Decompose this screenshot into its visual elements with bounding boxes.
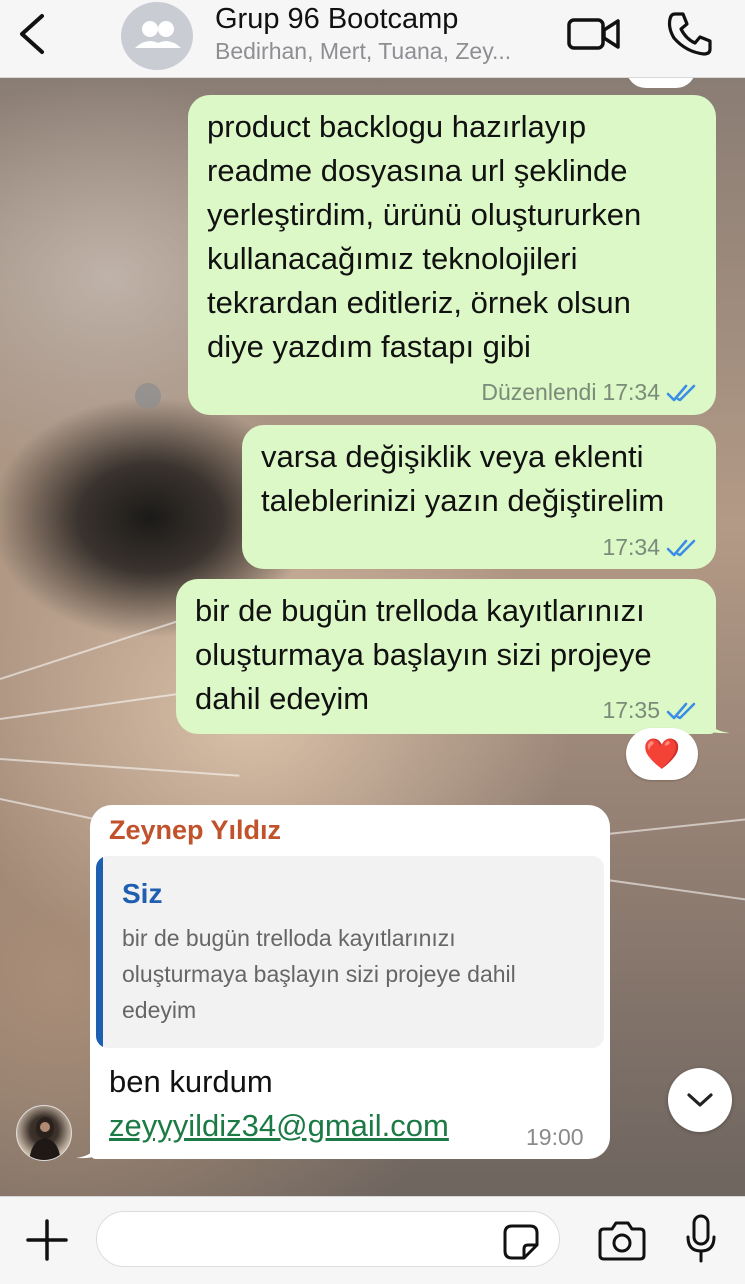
- group-avatar[interactable]: [121, 2, 193, 70]
- chevron-down-icon: [687, 1093, 713, 1107]
- scroll-to-bottom-button[interactable]: [668, 1068, 732, 1132]
- quote-line: oluşturmaya başlayın sizi projeye dahil: [122, 961, 516, 987]
- attach-button[interactable]: [24, 1217, 70, 1263]
- quote-line: edeyim: [122, 997, 197, 1023]
- bubble-tail: [76, 1131, 104, 1159]
- email-link[interactable]: zeyyyildiz34@gmail.com: [109, 1104, 449, 1148]
- message-input-bar: [0, 1196, 745, 1284]
- edited-label: Düzenlendi: [481, 379, 597, 405]
- quote-line: bir de bugün trelloda kayıtlarınızı: [122, 925, 456, 951]
- sticker-icon: [503, 1224, 539, 1260]
- wallpaper-whisker: [0, 758, 240, 777]
- message-line: taleblerinizi yazın değiştirelim: [261, 483, 665, 518]
- voice-message-button[interactable]: [684, 1213, 718, 1265]
- back-button[interactable]: [14, 12, 54, 56]
- camera-button[interactable]: [598, 1219, 646, 1261]
- camera-icon: [598, 1221, 646, 1261]
- message-line: tekrardan editleriz, örnek olsun: [207, 285, 631, 320]
- wallpaper-whisker: [599, 878, 745, 903]
- message-line: bir de bugün trelloda kayıtlarınızı: [195, 593, 645, 628]
- read-ticks-icon: [666, 539, 696, 556]
- message-time: 19:00: [526, 1124, 584, 1150]
- sticker-button[interactable]: [502, 1223, 540, 1261]
- message-text: ben kurdum: [109, 1064, 273, 1099]
- message-line: varsa değişiklik veya eklenti: [261, 439, 644, 474]
- quote-text: bir de bugün trelloda kayıtlarınızı oluş…: [122, 920, 592, 1028]
- message-line: kullanacağımız teknolojileri: [207, 241, 578, 276]
- chat-title[interactable]: Grup 96 Bootcamp: [215, 3, 458, 36]
- microphone-icon: [686, 1214, 716, 1263]
- wallpaper-detail: [135, 383, 161, 409]
- chat-members[interactable]: Bedirhan, Mert, Tuana, Zey...: [215, 38, 511, 65]
- message-time: 17:35: [602, 697, 660, 723]
- quote-author: Siz: [122, 878, 163, 909]
- message-line: yerleştirdim, ürünü oluştururken: [207, 197, 642, 232]
- video-camera-icon: [567, 18, 620, 50]
- heart-reaction[interactable]: ❤️: [626, 728, 698, 780]
- message-input[interactable]: [96, 1211, 560, 1267]
- chevron-left-icon: [20, 14, 44, 54]
- voice-call-button[interactable]: [664, 8, 716, 60]
- video-call-button[interactable]: [566, 12, 622, 56]
- message-line: readme dosyasına url şeklinde: [207, 153, 628, 188]
- avatar-photo: [29, 1117, 61, 1160]
- read-ticks-icon: [666, 702, 696, 719]
- sender-name[interactable]: Zeynep Yıldız: [109, 815, 281, 846]
- heart-icon: ❤️: [643, 737, 681, 771]
- bubble-tail: [700, 706, 730, 734]
- message-time: 17:34: [602, 534, 660, 560]
- message-line: product backlogu hazırlayıp: [207, 109, 587, 144]
- quote-accent-bar: [96, 856, 103, 1048]
- phone-icon: [667, 12, 712, 56]
- quoted-message[interactable]: Siz bir de bugün trelloda kayıtlarınızı …: [96, 856, 604, 1048]
- outgoing-message[interactable]: product backlogu hazırlayıp readme dosya…: [188, 95, 716, 415]
- sender-avatar[interactable]: [16, 1105, 72, 1161]
- group-avatar-icon: [135, 21, 181, 48]
- read-ticks-icon: [666, 384, 696, 401]
- plus-icon: [26, 1219, 68, 1261]
- outgoing-message[interactable]: varsa değişiklik veya eklenti taleblerin…: [242, 425, 716, 569]
- message-line: oluşturmaya başlayın sizi projeye: [195, 637, 652, 672]
- chat-header: Grup 96 Bootcamp Bedirhan, Mert, Tuana, …: [0, 0, 745, 78]
- message-line: diye yazdım fastapı gibi: [207, 329, 531, 364]
- message-time: 17:34: [602, 379, 660, 405]
- outgoing-message[interactable]: bir de bugün trelloda kayıtlarınızı oluş…: [176, 579, 716, 734]
